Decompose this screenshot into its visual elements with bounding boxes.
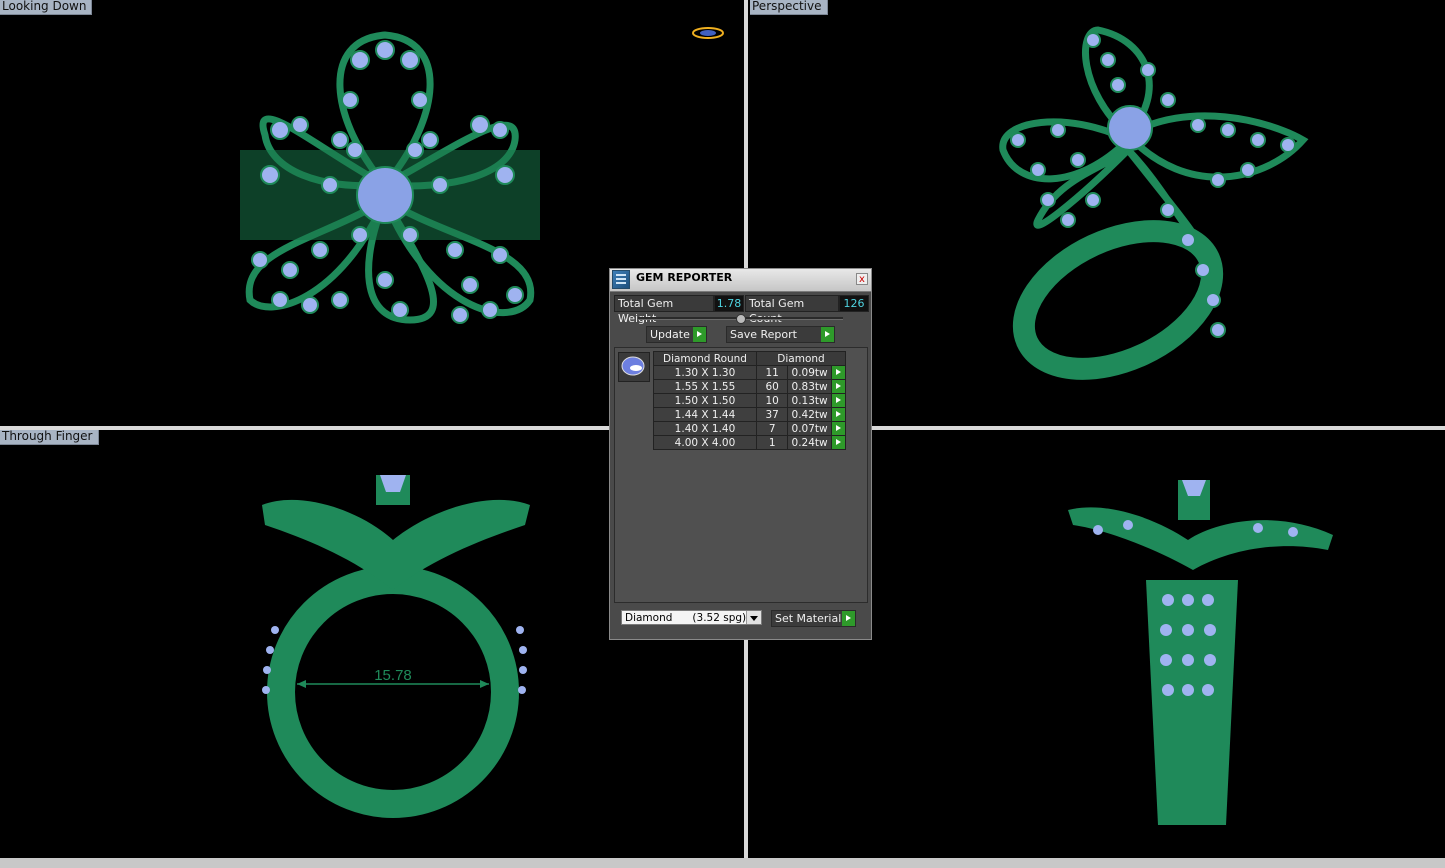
gem-size: 1.55 X 1.55 (653, 379, 757, 394)
save-report-button[interactable]: Save Report (726, 326, 835, 343)
total-count-label: Total Gem Count (745, 295, 839, 325)
gem-weight: 0.13tw (787, 393, 832, 408)
save-report-label: Save Report (730, 328, 797, 341)
table-row[interactable]: 1.44 X 1.44 37 0.42tw (653, 407, 847, 422)
dialog-title: GEM REPORTER (636, 271, 733, 284)
material-select-value: Diamond (3.52 spg) (625, 612, 747, 624)
gem-weight: 0.24tw (787, 435, 832, 450)
ring-size-dimension: 15.78 (374, 667, 412, 684)
total-count-value: 126 (839, 295, 869, 312)
play-icon (821, 327, 834, 342)
table-row[interactable]: 1.30 X 1.30 11 0.09tw (653, 365, 847, 380)
collapse-handle-icon[interactable] (736, 314, 746, 324)
select-row-icon[interactable] (830, 393, 847, 408)
update-label: Update (650, 328, 690, 341)
gem-table: Diamond Round Diamond 1.30 X 1.30 11 0.0… (653, 351, 847, 450)
table-row[interactable]: 1.50 X 1.50 10 0.13tw (653, 393, 847, 408)
gem-count: 37 (755, 407, 789, 422)
table-row[interactable]: 4.00 X 4.00 1 0.24tw (653, 435, 847, 450)
table-row[interactable]: 1.40 X 1.40 7 0.07tw (653, 421, 847, 436)
update-button[interactable]: Update (646, 326, 707, 343)
gem-count: 11 (755, 365, 789, 380)
select-row-icon[interactable] (830, 407, 847, 422)
play-icon (693, 327, 706, 342)
gem-size: 4.00 X 4.00 (653, 435, 757, 450)
gem-reporter-dialog: GEM REPORTER x Total Gem Weight 1.78 Tot… (609, 268, 872, 640)
select-row-icon[interactable] (830, 435, 847, 450)
gem-reporter-icon (612, 270, 630, 289)
gem-weight: 0.09tw (787, 365, 832, 380)
gem-count: 10 (755, 393, 789, 408)
total-weight-value: 1.78 (714, 295, 744, 312)
select-row-icon[interactable] (830, 421, 847, 436)
set-material-label: Set Material (775, 612, 842, 625)
close-icon[interactable]: x (856, 273, 868, 285)
gem-size: 1.30 X 1.30 (653, 365, 757, 380)
diamond-round-icon[interactable] (618, 352, 650, 382)
gem-size: 1.40 X 1.40 (653, 421, 757, 436)
gem-count: 60 (755, 379, 789, 394)
dialog-title-bar[interactable]: GEM REPORTER x (610, 269, 871, 292)
play-icon (842, 611, 855, 626)
material-select[interactable]: Diamond (3.52 spg) (621, 610, 762, 625)
total-weight-label: Total Gem Weight (614, 295, 714, 325)
status-bar (0, 858, 1445, 868)
column-header: Diamond (756, 351, 846, 366)
gem-weight: 0.83tw (787, 379, 832, 394)
gem-count: 7 (755, 421, 789, 436)
set-material-button[interactable]: Set Material (771, 610, 856, 627)
gem-count: 1 (755, 435, 789, 450)
select-row-icon[interactable] (830, 379, 847, 394)
select-row-icon[interactable] (830, 365, 847, 380)
view-gizmo-icon[interactable] (692, 26, 724, 40)
gem-weight: 0.07tw (787, 421, 832, 436)
gem-size: 1.50 X 1.50 (653, 393, 757, 408)
column-header: Diamond Round (653, 351, 757, 366)
chevron-down-icon[interactable] (746, 611, 761, 624)
totals-row: Total Gem Weight 1.78 Total Gem Count 12… (614, 295, 869, 325)
gem-size: 1.44 X 1.44 (653, 407, 757, 422)
gem-list-panel: Diamond Round Diamond 1.30 X 1.30 11 0.0… (614, 347, 868, 603)
gem-weight: 0.42tw (787, 407, 832, 422)
table-row[interactable]: 1.55 X 1.55 60 0.83tw (653, 379, 847, 394)
